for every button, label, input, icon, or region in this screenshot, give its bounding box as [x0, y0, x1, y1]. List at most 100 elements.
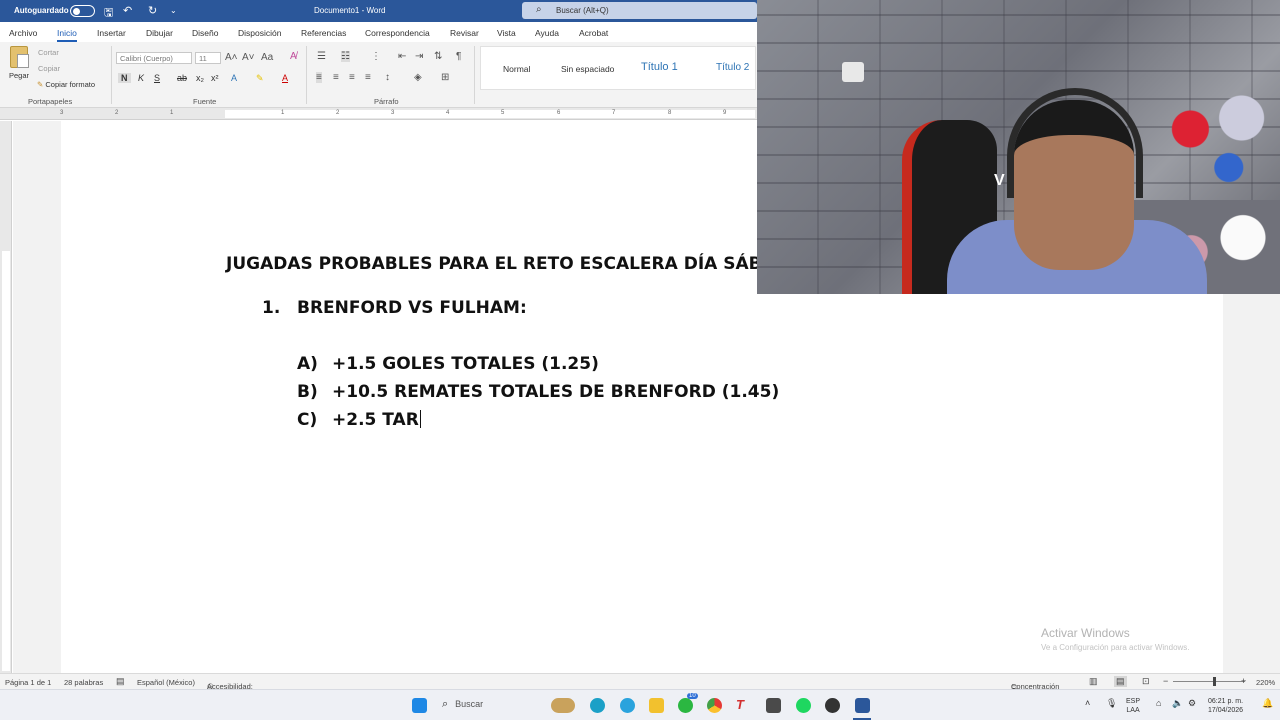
shrink-font-icon[interactable]: A˅	[242, 52, 255, 63]
wall-lamp	[842, 62, 864, 82]
multilevel-list-icon[interactable]: ⋮	[371, 51, 381, 62]
windows-start-icon[interactable]	[412, 698, 427, 713]
format-painter-button[interactable]: ✎ Copiar formato	[37, 80, 95, 89]
whatsapp-icon[interactable]	[678, 698, 693, 713]
tab-dibujar[interactable]: Dibujar	[146, 28, 173, 38]
chrome-icon[interactable]	[707, 698, 722, 713]
line-spacing-icon[interactable]: ↕	[385, 72, 390, 83]
zoom-slider-thumb[interactable]	[1213, 677, 1216, 686]
tab-acrobat[interactable]: Acrobat	[579, 28, 608, 38]
search-box[interactable]: ⌕ Buscar (Alt+Q)	[522, 2, 757, 19]
input-language[interactable]: ESP LAA	[1126, 697, 1140, 715]
show-marks-icon[interactable]: ¶	[456, 51, 461, 62]
tab-insertar[interactable]: Insertar	[97, 28, 126, 38]
status-bar: Página 1 de 1 28 palabras ▤ Español (Méx…	[0, 673, 1280, 700]
word-app-icon[interactable]	[855, 698, 870, 713]
style-no-spacing[interactable]: Sin espaciado	[561, 64, 614, 74]
font-size-select[interactable]: 11	[195, 52, 221, 64]
sort-icon[interactable]: ⇅	[434, 51, 442, 62]
text-effects-icon[interactable]: A	[231, 73, 237, 83]
tab-inicio[interactable]: Inicio	[57, 28, 77, 42]
battery-icon[interactable]: ⚙	[1188, 699, 1196, 708]
proofing-icon[interactable]: ▤	[116, 676, 125, 687]
align-center-icon[interactable]: ≡	[333, 72, 339, 83]
superscript-icon[interactable]: x²	[211, 73, 219, 83]
align-left-icon[interactable]: ≡	[316, 72, 322, 83]
print-layout-icon[interactable]: ▤	[1114, 676, 1127, 687]
telegram-icon[interactable]	[620, 698, 635, 713]
language-status[interactable]: Español (México)	[137, 678, 195, 687]
change-case-icon[interactable]: Aa	[261, 52, 273, 63]
list-item[interactable]: BRENFORD VS FULHAM:	[297, 298, 527, 318]
font-name-select[interactable]: Calibri (Cuerpo)	[116, 52, 192, 64]
redo-icon[interactable]: ↻	[148, 4, 157, 17]
tab-diseno[interactable]: Diseño	[192, 28, 218, 38]
paste-icon[interactable]	[10, 46, 29, 68]
style-normal[interactable]: Normal	[503, 64, 530, 74]
style-heading-1[interactable]: Título 1	[641, 61, 678, 73]
underline-icon[interactable]: S	[154, 73, 160, 83]
strikethrough-icon[interactable]: ab	[177, 73, 187, 83]
tab-revisar[interactable]: Revisar	[450, 28, 479, 38]
tab-correspondencia[interactable]: Correspondencia	[365, 28, 430, 38]
shading-icon[interactable]: ◈	[414, 72, 422, 83]
obs-icon[interactable]	[825, 698, 840, 713]
sublist-item[interactable]: +1.5 GOLES TOTALES (1.25)	[332, 354, 599, 374]
undo-icon[interactable]: ↶	[123, 4, 132, 17]
autosave-toggle[interactable]	[70, 5, 95, 17]
borders-icon[interactable]: ⊞	[441, 72, 449, 83]
tab-disposicion[interactable]: Disposición	[238, 28, 281, 38]
customize-qat-icon[interactable]: ⌄	[170, 6, 177, 15]
show-hidden-icons-icon[interactable]: ˄	[1085, 699, 1090, 708]
clear-formatting-icon[interactable]: A̸	[290, 51, 297, 62]
page-count[interactable]: Página 1 de 1	[5, 678, 51, 687]
justify-icon[interactable]: ≡	[365, 72, 371, 83]
zoom-slider[interactable]	[1173, 681, 1245, 682]
taskbar-search[interactable]: ⌕ Buscar	[442, 698, 483, 711]
search-icon: ⌕	[442, 698, 449, 710]
horizontal-ruler: 3 2 1 1 2 3 4 5 6 7 8 9	[0, 108, 760, 120]
notifications-icon[interactable]: 🔔	[1262, 699, 1273, 708]
font-color-icon[interactable]: A	[282, 73, 288, 83]
word-count[interactable]: 28 palabras	[64, 678, 103, 687]
style-heading-2[interactable]: Título 2	[716, 62, 749, 73]
typing-app-icon[interactable]: T	[736, 697, 744, 712]
widget-icon[interactable]	[551, 698, 575, 713]
tab-referencias[interactable]: Referencias	[301, 28, 346, 38]
highlight-icon[interactable]: ✎	[256, 73, 264, 84]
zoom-level[interactable]: 220%	[1256, 678, 1275, 687]
subscript-icon[interactable]: x₂	[196, 73, 204, 83]
calculator-icon[interactable]	[766, 698, 781, 713]
sublist-item[interactable]: +10.5 REMATES TOTALES DE BRENFORD (1.45)	[332, 382, 779, 402]
cut-button[interactable]: Cortar	[38, 48, 59, 57]
tab-archivo[interactable]: Archivo	[9, 28, 37, 38]
zoom-in-icon[interactable]: +	[1241, 676, 1246, 686]
increase-indent-icon[interactable]: ⇥	[415, 51, 423, 62]
clock[interactable]: 06:21 p. m. 17/04/2026	[1208, 697, 1243, 715]
tab-ayuda[interactable]: Ayuda	[535, 28, 559, 38]
decrease-indent-icon[interactable]: ⇤	[398, 51, 406, 62]
save-icon[interactable]: 🖫	[104, 4, 113, 23]
volume-icon[interactable]: 🔈	[1172, 699, 1183, 708]
bullets-icon[interactable]: ☰	[317, 51, 326, 62]
file-explorer-icon[interactable]	[649, 698, 664, 713]
edge-icon[interactable]	[590, 698, 605, 713]
align-right-icon[interactable]: ≡	[349, 72, 355, 83]
network-icon[interactable]: ⌂	[1156, 699, 1161, 708]
spotify-icon[interactable]	[796, 698, 811, 713]
microphone-icon[interactable]: 🎙	[1106, 699, 1117, 708]
grow-font-icon[interactable]: A˄	[225, 52, 238, 63]
ribbon: Pegar Cortar Copiar ✎ Copiar formato Por…	[0, 42, 760, 108]
bold-icon[interactable]: N	[118, 73, 131, 83]
read-mode-icon[interactable]: ▥	[1089, 676, 1098, 687]
tab-vista[interactable]: Vista	[497, 28, 516, 38]
paste-label[interactable]: Pegar	[9, 71, 29, 80]
sublist-item-editing[interactable]: +2.5 TAR	[332, 410, 421, 430]
italic-icon[interactable]: K	[138, 73, 144, 83]
numbering-icon[interactable]: ☷	[341, 51, 350, 62]
divider	[306, 46, 307, 104]
document-heading[interactable]: JUGADAS PROBABLES PARA EL RETO ESCALERA …	[226, 254, 803, 274]
copy-button[interactable]: Copiar	[38, 64, 60, 73]
web-layout-icon[interactable]: ⊡	[1142, 676, 1150, 687]
zoom-out-icon[interactable]: −	[1163, 676, 1168, 686]
